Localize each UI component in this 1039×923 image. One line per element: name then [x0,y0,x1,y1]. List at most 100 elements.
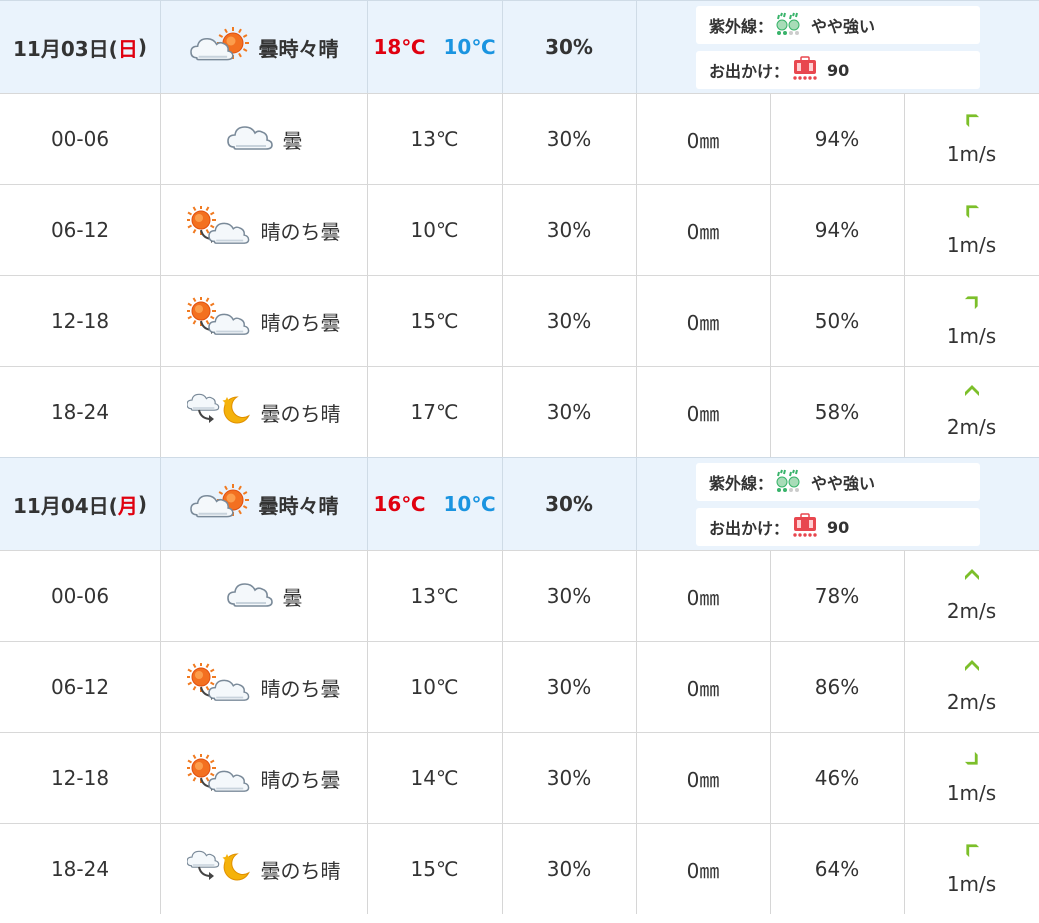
slot-wind: 2m/s [904,642,1039,732]
slot-rain-chance: 30% [546,584,592,608]
slot-time: 18-24 [50,400,110,424]
slot-weather: 晴のち曇 [160,642,367,732]
slot-weather: 晴のち曇 [160,276,367,366]
slot-temperature: 15℃ [410,857,459,881]
wind-speed: 2m/s [946,598,997,623]
outing-index-box[interactable]: お出かけ： 90 [696,51,980,89]
time-slot-row: 06-12 晴のち曇 10℃ 30% 0㎜ 86% 2m/s [0,641,1039,732]
slot-temperature: 17℃ [410,400,459,424]
uv-value: やや強い [811,17,876,36]
wind-speed: 2m/s [946,414,997,439]
slot-rain-chance: 30% [546,218,592,242]
wind-speed: 1m/s [946,232,997,257]
slot-humidity: 94% [814,218,860,242]
slot-humidity: 50% [814,309,860,333]
time-slot-row: 18-24 曇のち晴 15℃ 30% 0㎜ 64% 1m/s [0,823,1039,914]
cloud-icon [225,117,275,161]
slot-weather-label: 晴のち曇 [260,219,341,244]
slot-wind: 2m/s [904,367,1039,457]
slot-wind: 1m/s [904,733,1039,823]
slot-weather: 曇 [160,551,367,641]
slot-precipitation: 0㎜ [686,128,720,153]
date-suffix: ) [137,35,147,59]
wind-direction-icon [961,657,983,684]
slot-rain-chance: 30% [546,400,592,424]
slot-time: 00-06 [50,127,110,151]
slot-weather-label: 曇 [282,585,303,610]
outing-label: お出かけ： [709,62,790,81]
slot-precipitation: 0㎜ [686,310,720,335]
wind-speed: 1m/s [946,871,997,896]
outing-label: お出かけ： [709,519,790,538]
slot-weather-label: 晴のち曇 [260,310,341,335]
slot-time: 12-18 [50,309,110,333]
outing-index-box[interactable]: お出かけ： 90 [696,508,980,546]
cloud-icon [225,574,275,618]
day-of-week: 日 [117,36,138,61]
sun-then-cloud-icon [185,753,253,802]
uv-index-box[interactable]: 紫外線： やや強い [696,463,980,501]
time-slot-row: 00-06 曇 13℃ 30% 0㎜ 78% 2m/s [0,550,1039,641]
temp-high: 16℃ [373,492,426,516]
slot-precipitation: 0㎜ [686,676,720,701]
uv-label: 紫外線： [709,17,774,36]
temp-low: 10℃ [443,35,496,59]
time-slot-row: 12-18 晴のち曇 15℃ 30% 0㎜ 50% 1m/s [0,275,1039,366]
day-header-row: 11月04日(月) 曇時々晴 16℃ 10℃ 30% 紫外線： やや強い お出かけ： 90 [0,457,1039,550]
day-header-row: 11月03日(日) 曇時々晴 18℃ 10℃ 30% 紫外線： やや強い お出かけ： 90 [0,0,1039,93]
day-weather-label: 曇時々晴 [258,493,339,518]
wind-direction-icon [961,200,983,227]
slot-wind: 2m/s [904,551,1039,641]
slot-temperature: 10℃ [410,675,459,699]
time-slot-row: 06-12 晴のち曇 10℃ 30% 0㎜ 94% 1m/s [0,184,1039,275]
slot-precipitation: 0㎜ [686,858,720,883]
uv-index-box[interactable]: 紫外線： やや強い [696,6,980,44]
temp-high: 18℃ [373,35,426,59]
slot-rain-chance: 30% [546,309,592,333]
outing-value: 90 [827,517,850,537]
day-date: 11月04日(月) [0,458,160,550]
wind-direction-icon [961,382,983,409]
slot-weather: 晴のち曇 [160,733,367,823]
day-weather: 曇時々晴 [160,458,367,550]
wind-speed: 1m/s [946,323,997,348]
wind-direction-icon [961,291,983,318]
sun-then-cloud-icon [185,205,253,254]
date-suffix: ) [137,492,147,516]
slot-temperature: 10℃ [410,218,459,242]
time-slot-row: 00-06 曇 13℃ 30% 0㎜ 94% 1m/s [0,93,1039,184]
sun-then-cloud-icon [185,662,253,711]
time-slot-row: 18-24 曇のち晴 17℃ 30% 0㎜ 58% 2m/s [0,366,1039,457]
slot-time: 12-18 [50,766,110,790]
uv-value: やや強い [811,474,876,493]
cloud-then-moon-icon [185,845,253,893]
slot-humidity: 58% [814,400,860,424]
slot-precipitation: 0㎜ [686,767,720,792]
slot-weather: 晴のち曇 [160,185,367,275]
wind-speed: 1m/s [946,780,997,805]
day-rain-chance: 30% [545,492,593,516]
day-weather: 曇時々晴 [160,1,367,93]
outing-value: 90 [827,60,850,80]
slot-humidity: 86% [814,675,860,699]
cloud-then-moon-icon [185,388,253,436]
day-temperatures: 18℃ 10℃ [367,1,502,93]
outing-bag-icon [791,512,819,542]
slot-humidity: 64% [814,857,860,881]
slot-weather: 曇 [160,94,367,184]
date-text: 11月04日( [13,493,118,518]
slot-weather-label: 晴のち曇 [260,676,341,701]
slot-wind: 1m/s [904,185,1039,275]
wind-direction-icon [961,839,983,866]
slot-weather-label: 曇のち晴 [260,401,341,426]
cloudy-sometimes-sunny-icon [189,25,251,69]
slot-weather-label: 曇 [282,128,303,153]
slot-temperature: 13℃ [410,127,459,151]
slot-weather-label: 曇のち晴 [260,858,341,883]
day-weather-label: 曇時々晴 [258,36,339,61]
slot-wind: 1m/s [904,276,1039,366]
date-text: 11月03日( [13,36,118,61]
uv-label: 紫外線： [709,474,774,493]
wind-direction-icon [961,109,983,136]
slot-temperature: 13℃ [410,584,459,608]
